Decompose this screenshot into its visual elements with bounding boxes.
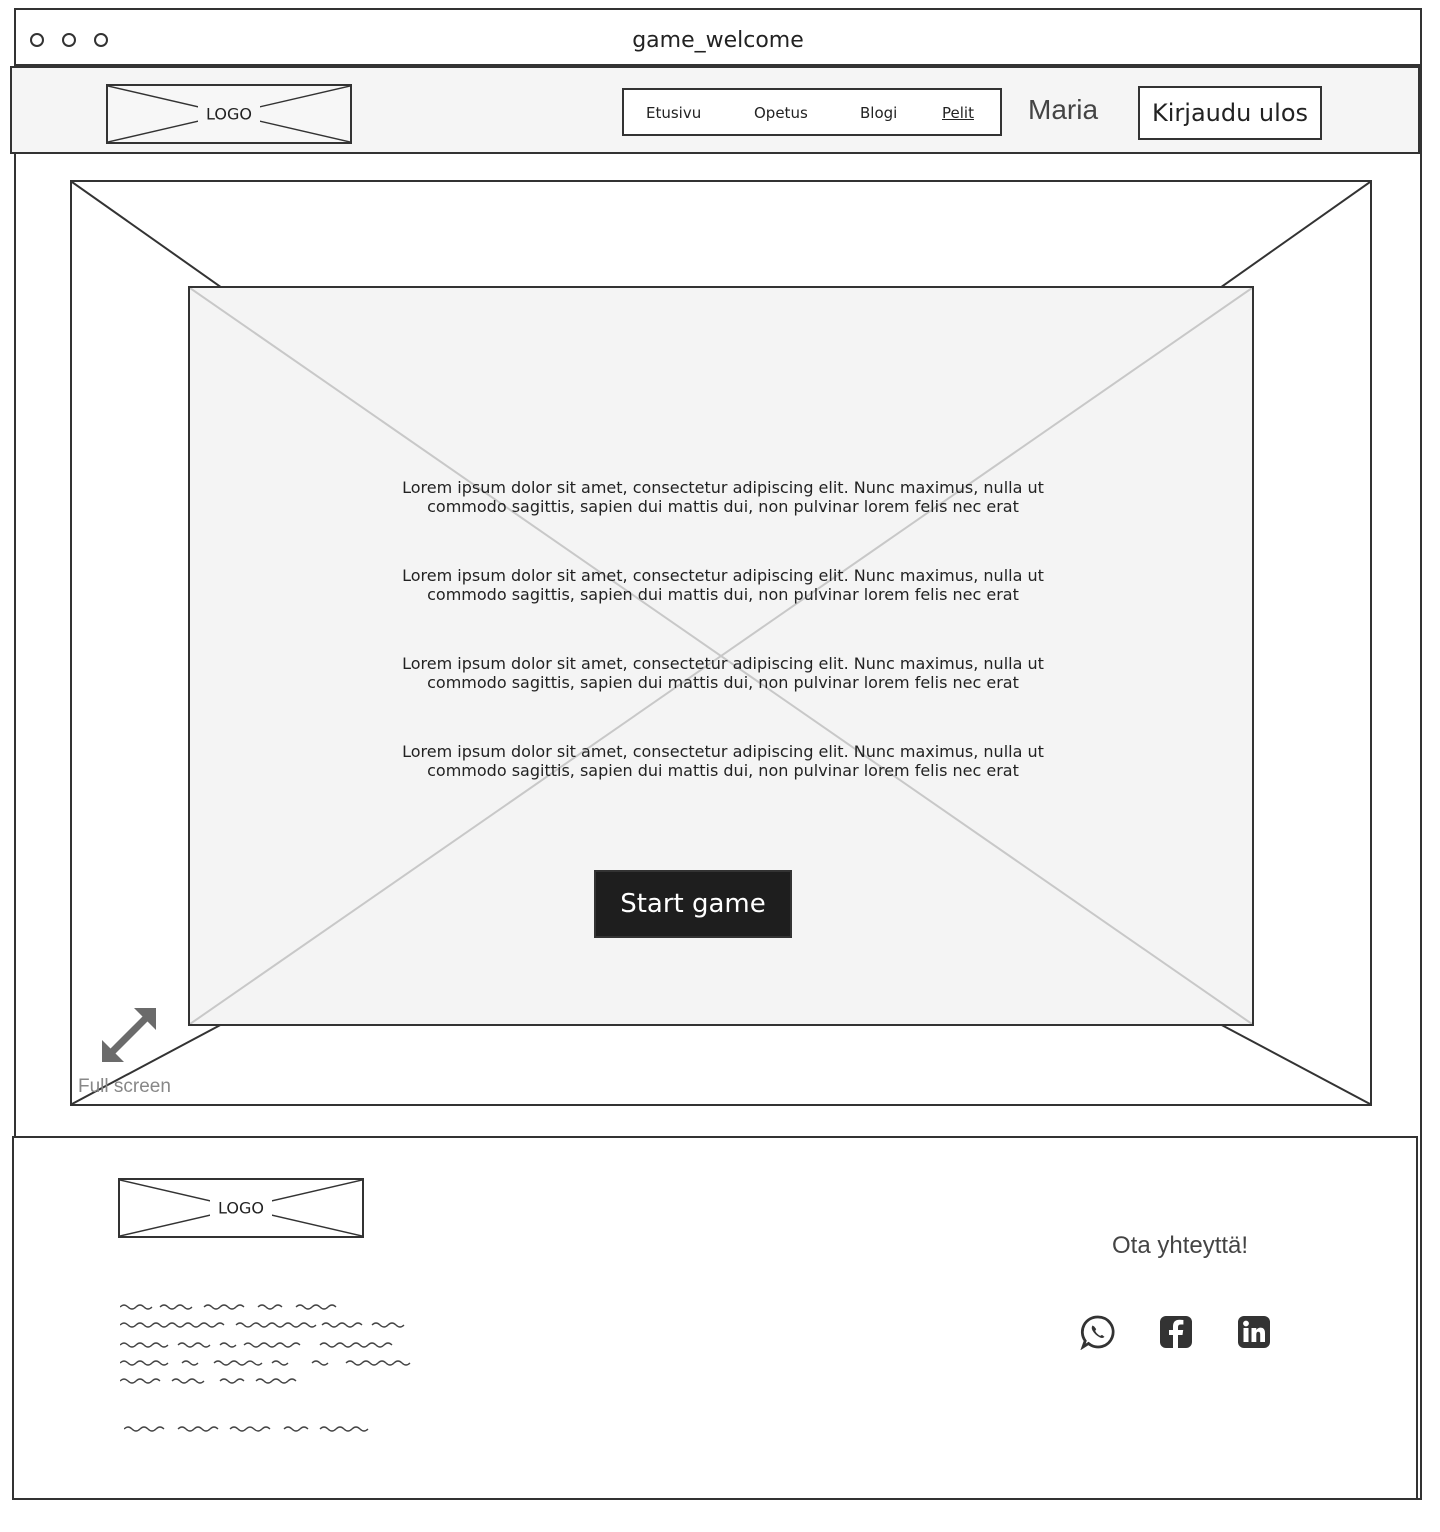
scribble-text-line [120, 1360, 411, 1366]
intro-paragraph: Lorem ipsum dolor sit amet, consectetur … [340, 566, 1106, 604]
scribble-text-line [120, 1304, 337, 1310]
scribble-text-line [120, 1378, 297, 1384]
intro-paragraph-line: commodo sagittis, sapien dui mattis dui,… [427, 761, 1019, 780]
intro-paragraph-line: commodo sagittis, sapien dui mattis dui,… [427, 673, 1019, 692]
whatsapp-icon[interactable] [1080, 1314, 1116, 1350]
linkedin-icon[interactable] [1236, 1314, 1272, 1350]
window-title: game_welcome [632, 28, 804, 53]
logo-label: LOGO [198, 104, 260, 124]
window-titlebar: game_welcome [14, 8, 1422, 66]
logout-button[interactable]: Kirjaudu ulos [1138, 86, 1322, 140]
header-logo[interactable]: LOGO [106, 84, 352, 144]
contact-heading: Ota yhteyttä! [1112, 1232, 1249, 1259]
main-nav: Etusivu Opetus Blogi Pelit [622, 88, 1002, 136]
scribble-text-line [120, 1322, 405, 1328]
expand-arrows-icon[interactable] [98, 1004, 160, 1066]
nav-item-opetus[interactable]: Opetus [754, 104, 808, 122]
logo-label-wrap: LOGO [108, 104, 350, 124]
scribble-text-line [124, 1426, 369, 1432]
intro-paragraph: Lorem ipsum dolor sit amet, consectetur … [340, 654, 1106, 692]
footer-logo[interactable]: LOGO [118, 1178, 364, 1238]
intro-paragraph: Lorem ipsum dolor sit amet, consectetur … [340, 478, 1106, 516]
intro-paragraph-line: commodo sagittis, sapien dui mattis dui,… [427, 585, 1019, 604]
intro-paragraph-line: Lorem ipsum dolor sit amet, consectetur … [402, 566, 1044, 585]
intro-paragraph-line: Lorem ipsum dolor sit amet, consectetur … [402, 654, 1044, 673]
start-game-button[interactable]: Start game [594, 870, 792, 938]
intro-paragraph-line: Lorem ipsum dolor sit amet, consectetur … [402, 478, 1044, 497]
fullscreen-label[interactable]: Full screen [78, 1076, 171, 1098]
intro-paragraph-line: commodo sagittis, sapien dui mattis dui,… [427, 497, 1019, 516]
intro-paragraph: Lorem ipsum dolor sit amet, consectetur … [340, 742, 1106, 780]
game-screen[interactable]: Lorem ipsum dolor sit amet, consectetur … [188, 286, 1254, 1026]
username: Maria [1028, 94, 1099, 125]
intro-paragraph-line: Lorem ipsum dolor sit amet, consectetur … [402, 742, 1044, 761]
scribble-text-line [120, 1342, 393, 1348]
facebook-icon[interactable] [1158, 1314, 1194, 1350]
nav-item-pelit[interactable]: Pelit [942, 104, 974, 122]
nav-item-blogi[interactable]: Blogi [860, 104, 897, 122]
logo-label: LOGO [210, 1198, 272, 1218]
logo-label-wrap: LOGO [120, 1198, 362, 1218]
nav-item-etusivu[interactable]: Etusivu [646, 104, 701, 122]
